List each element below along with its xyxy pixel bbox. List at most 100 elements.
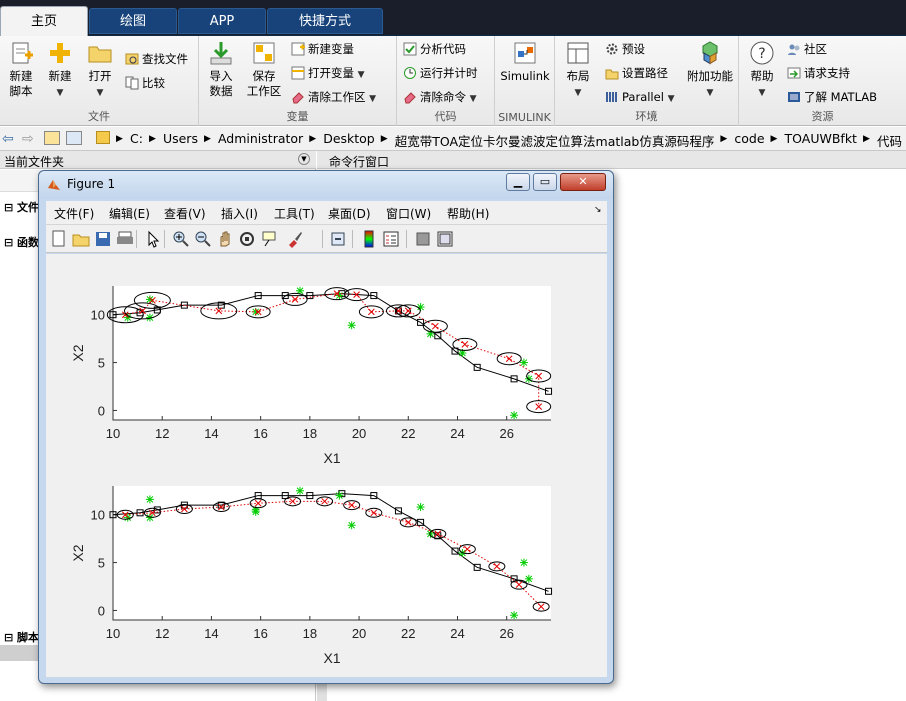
figure-window[interactable]: Figure 1 ▁ ▭ ✕ 文件(F) 编辑(E) 查看(V) 插入(I) 工具(T)… — [38, 170, 614, 684]
panel-menu-icon[interactable]: ▼ — [298, 153, 310, 165]
show-plot-tools-icon[interactable] — [436, 230, 454, 248]
breadcrumb-separator-icon[interactable]: ▶ — [149, 134, 156, 144]
request-support-button[interactable]: 请求支持 — [787, 64, 850, 82]
toolbar-separator — [352, 230, 353, 248]
rotate-icon[interactable] — [238, 230, 256, 248]
save-icon[interactable] — [94, 230, 112, 248]
tab-home[interactable]: 主页 — [0, 6, 88, 36]
breadcrumb-item[interactable]: 超宽带TOA定位卡尔曼滤波定位算法matlab仿真源码程序 — [395, 131, 715, 150]
tab-plots[interactable]: 绘图 — [89, 8, 177, 34]
breadcrumb-item[interactable]: C: — [130, 131, 143, 146]
open-button[interactable]: 打开 ▼ — [82, 40, 118, 101]
browse-folder-icon[interactable] — [66, 131, 82, 145]
new-script-button[interactable]: 新建 脚本 — [4, 40, 38, 99]
clear-workspace-dropdown-icon[interactable]: ▼ — [369, 94, 376, 104]
open-label: 打开 — [88, 69, 112, 83]
parallel-dropdown-icon[interactable]: ▼ — [668, 94, 675, 104]
figure-menu-item[interactable]: 文件(F) — [54, 205, 94, 222]
breadcrumb-item[interactable]: 代码 — [877, 131, 902, 150]
forward-arrow-icon[interactable]: ⇨ — [22, 131, 34, 147]
tab-apps[interactable]: APP — [178, 8, 266, 34]
open-dropdown-icon[interactable]: ▼ — [97, 88, 104, 98]
new-variable-button[interactable]: 新建变量 — [291, 40, 354, 58]
minimize-button[interactable]: ▁ — [506, 173, 530, 191]
link-icon[interactable] — [330, 230, 348, 248]
scrollbar[interactable] — [317, 681, 327, 701]
open-variable-dropdown-icon[interactable]: ▼ — [358, 70, 365, 80]
gear-icon — [606, 43, 618, 55]
breadcrumb-item[interactable]: code — [734, 131, 764, 146]
figure-menu-item[interactable]: 工具(T) — [274, 205, 315, 222]
clear-workspace-button[interactable]: 清除工作区 ▼ — [291, 88, 376, 106]
figure-titlebar[interactable]: Figure 1 ▁ ▭ ✕ — [39, 171, 613, 199]
figure-menu-item[interactable]: 桌面(D) — [328, 205, 371, 222]
figure-menu-item[interactable]: 帮助(H) — [447, 205, 489, 222]
figure-menu-item[interactable]: 查看(V) — [164, 205, 206, 222]
data-cursor-icon[interactable] — [260, 230, 278, 248]
new-figure-icon[interactable] — [50, 230, 68, 248]
close-button[interactable]: ✕ — [560, 173, 606, 191]
breadcrumb-item[interactable]: Users — [163, 131, 198, 146]
community-button[interactable]: 社区 — [787, 40, 827, 58]
clear-commands-label: 清除命令 — [420, 90, 466, 104]
layout-dropdown-icon[interactable]: ▼ — [575, 88, 582, 98]
run-time-icon — [404, 67, 416, 79]
set-path-button[interactable]: 设置路径 — [605, 64, 668, 82]
section-functions[interactable]: ⊟ 函数 — [4, 234, 39, 250]
hide-plot-tools-icon[interactable] — [414, 230, 432, 248]
clear-commands-dropdown-icon[interactable]: ▼ — [470, 94, 477, 104]
zoom-out-icon[interactable] — [194, 230, 212, 248]
breadcrumb-item[interactable]: Administrator — [218, 131, 303, 146]
compare-button[interactable]: 比较 — [125, 74, 165, 92]
colorbar-icon[interactable] — [360, 230, 378, 248]
y-axis-label: X2 — [70, 544, 86, 561]
pointer-icon[interactable] — [144, 230, 162, 248]
breadcrumb-separator-icon[interactable]: ▶ — [720, 134, 727, 144]
section-file[interactable]: ⊟ 文件 — [4, 199, 39, 215]
layout-icon — [567, 42, 589, 64]
breadcrumb-separator-icon[interactable]: ▶ — [116, 134, 123, 144]
tab-shortcuts[interactable]: 快捷方式 — [267, 8, 383, 34]
help-button[interactable]: ? 帮助 ▼ — [743, 40, 781, 101]
learn-matlab-button[interactable]: 了解 MATLAB — [787, 88, 877, 106]
open-icon[interactable] — [72, 230, 90, 248]
section-scripts[interactable]: ⊟ 脚本 — [4, 629, 39, 645]
up-folder-icon[interactable] — [44, 131, 60, 145]
pan-icon[interactable] — [216, 230, 234, 248]
figure-menu-item[interactable]: 编辑(E) — [109, 205, 150, 222]
save-workspace-button[interactable]: 保存 工作区 — [243, 40, 285, 99]
analyze-code-button[interactable]: 分析代码 — [403, 40, 466, 58]
figure-menu-item[interactable]: 插入(I) — [221, 205, 258, 222]
new-variable-icon — [291, 42, 305, 56]
add-ons-button[interactable]: 附加功能 ▼ — [683, 40, 737, 101]
import-data-button[interactable]: 导入 数据 — [203, 40, 239, 99]
undock-icon[interactable]: ↘ — [594, 205, 602, 215]
breadcrumb-item[interactable]: TOAUWBfkt — [785, 131, 857, 146]
y-tick-label: 5 — [98, 356, 105, 371]
breadcrumb-separator-icon[interactable]: ▶ — [309, 134, 316, 144]
breadcrumb-separator-icon[interactable]: ▶ — [771, 134, 778, 144]
print-icon[interactable] — [116, 230, 134, 248]
maximize-button[interactable]: ▭ — [533, 173, 557, 191]
open-variable-button[interactable]: 打开变量 ▼ — [291, 64, 365, 82]
clear-commands-button[interactable]: 清除命令 ▼ — [403, 88, 477, 106]
breadcrumb-item[interactable]: Desktop — [323, 131, 375, 146]
figure-menu-item[interactable]: 窗口(W) — [386, 205, 431, 222]
preferences-button[interactable]: 预设 — [605, 40, 645, 58]
run-and-time-button[interactable]: 运行并计时 — [403, 64, 478, 82]
new-button[interactable]: 新建 ▼ — [42, 40, 78, 101]
add-ons-dropdown-icon[interactable]: ▼ — [707, 88, 714, 98]
brush-icon[interactable] — [286, 230, 304, 248]
help-dropdown-icon[interactable]: ▼ — [759, 88, 766, 98]
legend-icon[interactable] — [382, 230, 400, 248]
simulink-button[interactable]: Simulink — [497, 40, 553, 84]
new-dropdown-icon[interactable]: ▼ — [57, 88, 64, 98]
layout-button[interactable]: 布局 ▼ — [559, 40, 597, 101]
breadcrumb-separator-icon[interactable]: ▶ — [204, 134, 211, 144]
zoom-in-icon[interactable] — [172, 230, 190, 248]
parallel-button[interactable]: Parallel ▼ — [605, 88, 674, 106]
breadcrumb-separator-icon[interactable]: ▶ — [863, 134, 870, 144]
back-arrow-icon[interactable]: ⇦ — [2, 131, 14, 147]
find-files-button[interactable]: 查找文件 — [125, 50, 188, 68]
breadcrumb-separator-icon[interactable]: ▶ — [381, 134, 388, 144]
